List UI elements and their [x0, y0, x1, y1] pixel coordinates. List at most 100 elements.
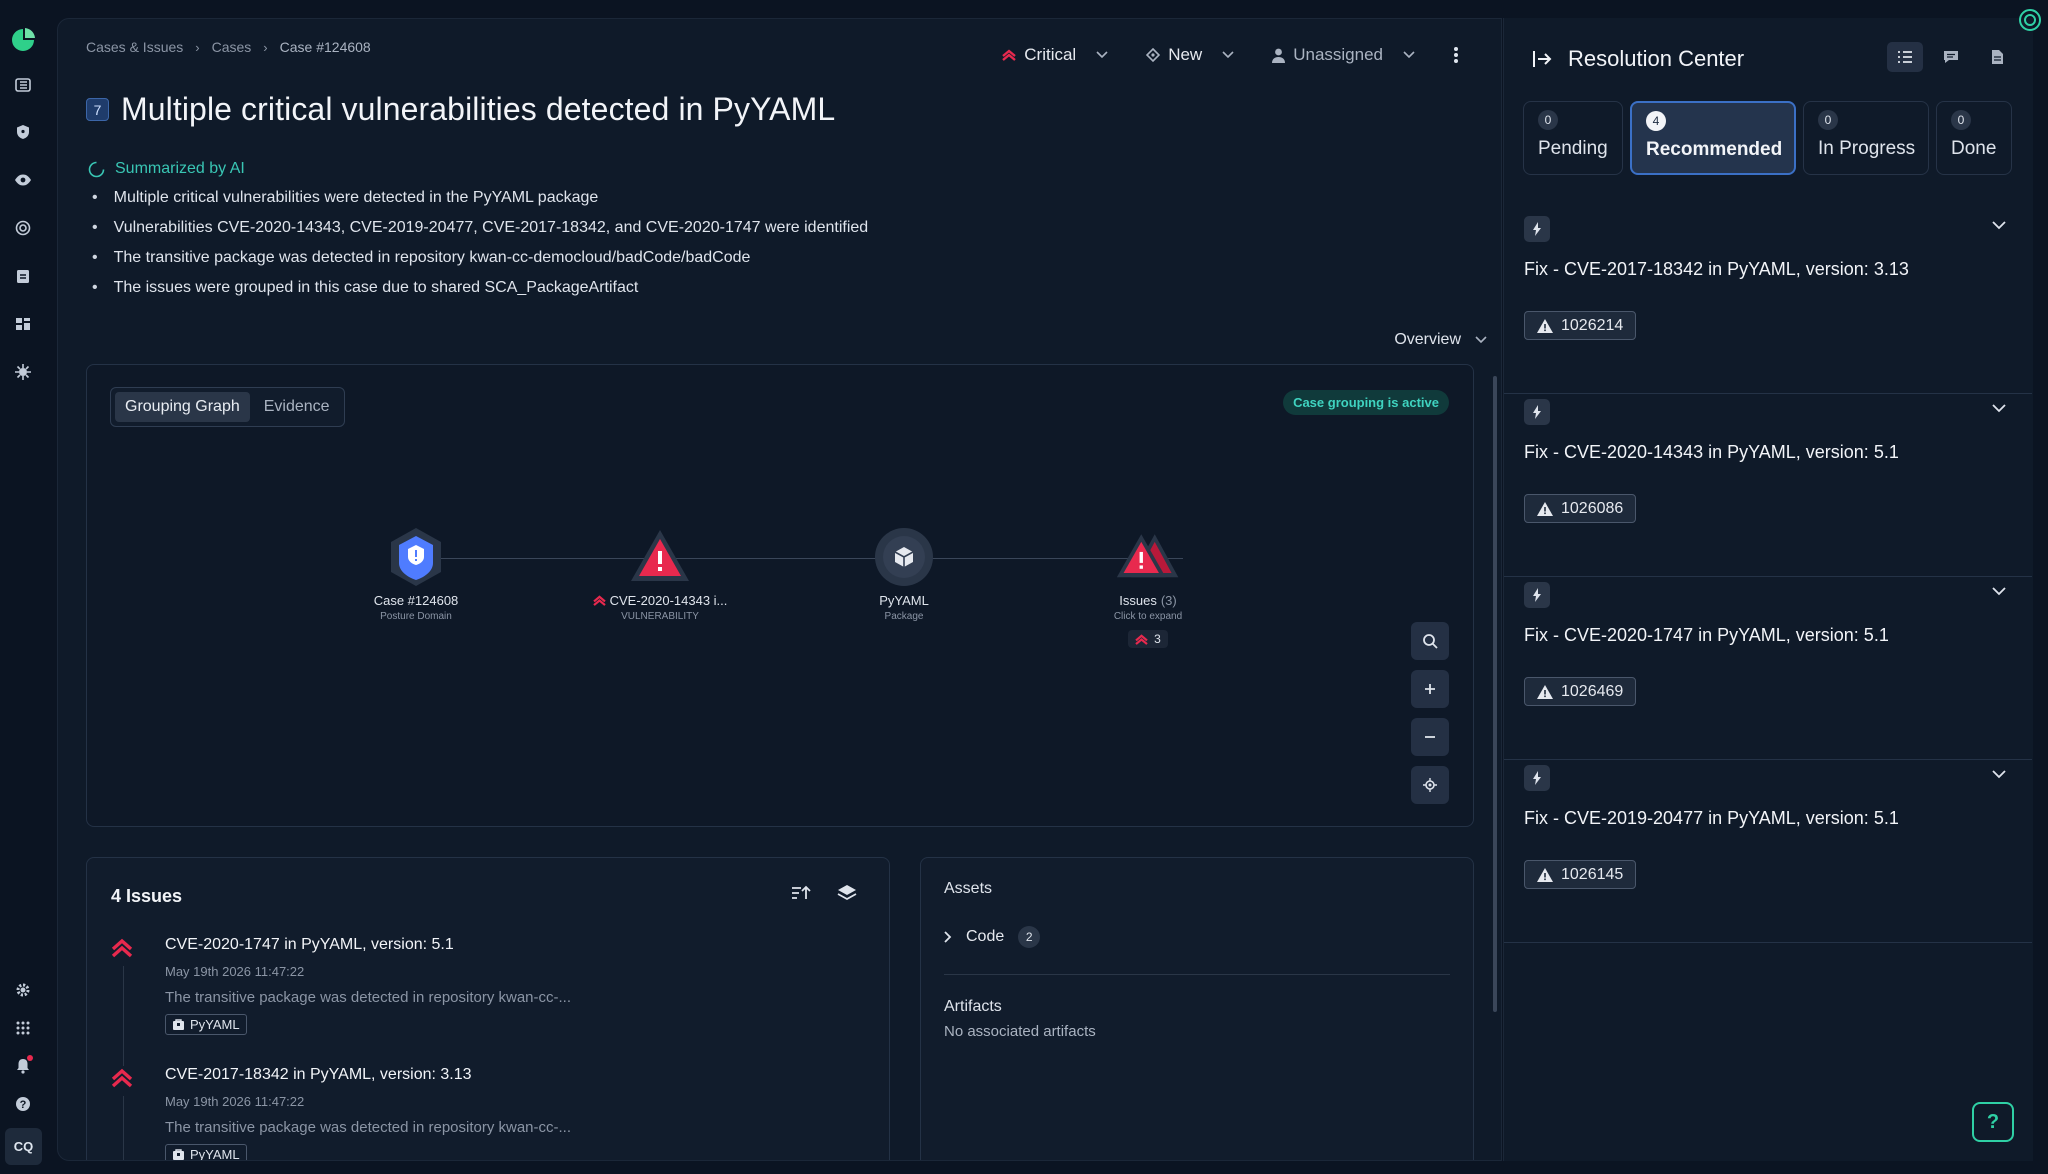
fix-title: Fix - CVE-2019-20477 in PyYAML, version:… — [1524, 808, 1899, 828]
help-button[interactable]: ? — [1972, 1102, 2014, 1142]
search-icon[interactable] — [1411, 622, 1449, 660]
tab-count: 4 — [1646, 111, 1666, 131]
critical-severity-icon — [1135, 633, 1148, 645]
fix-id-tag[interactable]: 1026469 — [1524, 677, 1637, 706]
node-sublabel: Posture Domain — [380, 611, 452, 622]
assets-panel: Assets Code 2 Artifacts No associated ar… — [920, 857, 1474, 1160]
tab-evidence[interactable]: Evidence — [254, 392, 340, 422]
breadcrumb-cases-issues[interactable]: Cases & Issues — [86, 39, 183, 55]
zoom-in-icon[interactable] — [1411, 670, 1449, 708]
case-shield-icon — [384, 525, 448, 589]
tab-grouping-graph[interactable]: Grouping Graph — [115, 392, 250, 422]
assets-heading: Assets — [944, 880, 993, 897]
issue-title[interactable]: CVE-2017-18342 in PyYAML, version: 3.13 — [165, 1066, 871, 1084]
severity-dropdown[interactable]: Critical — [1002, 45, 1108, 65]
fix-card[interactable]: Fix - CVE-2017-18342 in PyYAML, version:… — [1504, 211, 2032, 394]
more-options-icon[interactable] — [1453, 46, 1459, 64]
chevron-right-icon: › — [195, 39, 200, 55]
status-dropdown[interactable]: New — [1146, 45, 1234, 65]
resolution-view-toggle — [1887, 42, 2015, 72]
summary-bullet: Vulnerabilities CVE-2020-14343, CVE-2019… — [92, 217, 869, 247]
critical-severity-icon — [592, 595, 606, 606]
gear-icon[interactable] — [9, 976, 37, 1004]
fix-title: Fix - CVE-2020-1747 in PyYAML, version: … — [1524, 625, 1889, 645]
chevron-down-icon[interactable] — [1992, 221, 2006, 230]
bug-icon[interactable] — [9, 358, 37, 386]
artifacts-heading: Artifacts — [944, 998, 1002, 1015]
chevron-right-icon — [944, 931, 952, 943]
list-item[interactable]: CVE-2017-18342 in PyYAML, version: 3.13 … — [111, 1066, 871, 1160]
dashboard-icon[interactable] — [9, 310, 37, 338]
chevron-down-icon[interactable] — [1992, 587, 2006, 596]
tab-label: Recommended — [1646, 139, 1783, 160]
chevron-down-icon[interactable] — [1992, 770, 2006, 779]
case-main-panel: Cases & Issues › Cases › Case #124608 Cr… — [57, 18, 1502, 1161]
critical-severity-icon — [1002, 49, 1017, 61]
breadcrumb-cases[interactable]: Cases — [212, 39, 252, 55]
tab-count: 0 — [1818, 110, 1838, 130]
graph-node-case[interactable]: Case #124608 Posture Domain — [341, 525, 491, 622]
fix-id-tag[interactable]: 1026086 — [1524, 494, 1637, 523]
package-tag[interactable]: PyYAML — [165, 1144, 247, 1160]
chevron-down-icon[interactable] — [1992, 404, 2006, 413]
summary-bullet: Multiple critical vulnerabilities were d… — [92, 187, 868, 217]
issue-date: May 19th 2026 11:47:22 — [165, 1094, 305, 1109]
case-controls: Critical New Unassigned — [1002, 45, 1459, 65]
zoom-out-icon[interactable] — [1411, 718, 1449, 756]
left-nav-rail: ? CQ — [0, 0, 46, 1174]
grouping-status-badge: Case grouping is active — [1283, 390, 1449, 415]
clipboard-icon[interactable] — [9, 262, 37, 290]
graph-node-vulnerability[interactable]: CVE-2020-14343 i... VULNERABILITY — [585, 525, 735, 622]
package-tag[interactable]: PyYAML — [165, 1014, 247, 1035]
main-scrollbar[interactable] — [1493, 376, 1497, 1012]
chevron-down-icon — [1222, 51, 1234, 59]
tab-done[interactable]: 0 Done — [1936, 101, 2012, 175]
fix-card[interactable]: Fix - CVE-2020-14343 in PyYAML, version:… — [1504, 394, 2032, 577]
chevron-down-icon — [1403, 51, 1415, 59]
bolt-icon — [1524, 399, 1550, 425]
overview-label: Overview — [1394, 331, 1461, 348]
tab-in-progress[interactable]: 0 In Progress — [1803, 101, 1929, 175]
divider — [944, 974, 1450, 975]
status-label: New — [1168, 45, 1203, 64]
node-sublabel: Click to expand — [1113, 611, 1183, 622]
bolt-icon — [1524, 582, 1550, 608]
list-view-icon[interactable] — [1887, 42, 1923, 72]
collapse-panel-icon[interactable] — [1532, 50, 1552, 68]
chevron-right-icon: › — [263, 39, 268, 55]
eye-icon[interactable] — [9, 166, 37, 194]
list-icon[interactable] — [9, 71, 37, 99]
fix-id-tag[interactable]: 1026214 — [1524, 311, 1637, 340]
resolution-center-header: Resolution Center — [1532, 46, 1744, 72]
user-avatar[interactable]: CQ — [5, 1128, 42, 1165]
list-item[interactable]: CVE-2020-1747 in PyYAML, version: 5.1 Ma… — [111, 936, 871, 1066]
critical-severity-icon — [111, 1068, 133, 1088]
layers-icon[interactable] — [837, 884, 857, 902]
fix-card[interactable]: Fix - CVE-2019-20477 in PyYAML, version:… — [1504, 760, 2032, 943]
package-cube-icon — [872, 525, 936, 589]
bell-icon[interactable] — [9, 1052, 37, 1080]
recenter-icon[interactable] — [1411, 766, 1449, 804]
ai-summary-bullets: Multiple critical vulnerabilities were d… — [92, 187, 869, 307]
tab-pending[interactable]: 0 Pending — [1523, 101, 1623, 175]
critical-severity-icon — [111, 938, 133, 958]
apps-icon[interactable] — [9, 1014, 37, 1042]
target-icon[interactable] — [9, 214, 37, 242]
sort-icon[interactable] — [791, 884, 811, 902]
overview-dropdown[interactable]: Overview — [1394, 331, 1487, 349]
document-icon[interactable] — [1979, 42, 2015, 72]
graph-node-issues-group[interactable]: Issues (3) Click to expand 3 — [1073, 525, 1223, 650]
shield-icon[interactable] — [9, 118, 37, 146]
fix-card[interactable]: Fix - CVE-2020-1747 in PyYAML, version: … — [1504, 577, 2032, 760]
graph-node-package[interactable]: PyYAML Package — [829, 525, 979, 622]
logo-icon[interactable] — [9, 26, 37, 54]
fix-id-tag[interactable]: 1026145 — [1524, 860, 1637, 889]
help-icon[interactable]: ? — [9, 1090, 37, 1118]
tab-recommended[interactable]: 4 Recommended — [1630, 101, 1796, 175]
assets-code-row[interactable]: Code 2 — [944, 926, 1041, 948]
assignee-dropdown[interactable]: Unassigned — [1272, 45, 1415, 65]
issue-title[interactable]: CVE-2020-1747 in PyYAML, version: 5.1 — [165, 936, 871, 954]
ai-spinner-icon — [88, 160, 105, 177]
assistant-logo-icon[interactable] — [2018, 8, 2042, 32]
comments-icon[interactable] — [1933, 42, 1969, 72]
